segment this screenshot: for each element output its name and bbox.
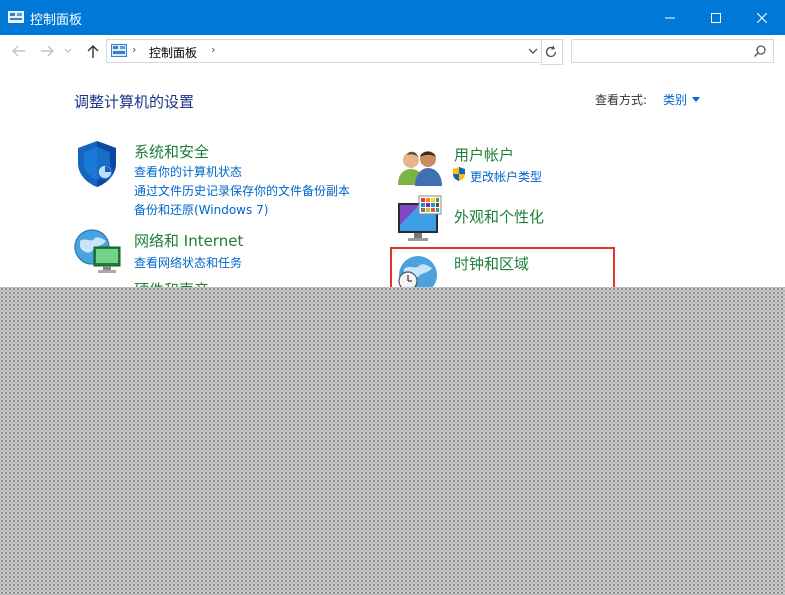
category-network-internet[interactable]: 网络和 Internet — [134, 230, 243, 251]
search-icon[interactable] — [753, 44, 767, 58]
users-icon — [398, 151, 442, 186]
minimize-button[interactable] — [647, 0, 693, 35]
maximize-button[interactable] — [693, 0, 739, 35]
monitor-palette-icon — [398, 195, 442, 241]
link-backup-restore[interactable]: 备份和还原(Windows 7) — [134, 201, 268, 218]
address-bar[interactable]: › 控制面板 › — [106, 39, 542, 63]
up-arrow-icon[interactable] — [84, 43, 102, 59]
maximize-icon — [711, 12, 721, 23]
refresh-icon — [545, 45, 557, 58]
view-by-dropdown[interactable]: 类别 — [663, 91, 687, 108]
breadcrumb-control-panel[interactable]: 控制面板 — [149, 44, 197, 61]
control-panel-icon — [111, 44, 127, 57]
breadcrumb-separator: › — [132, 43, 137, 56]
clock-globe-icon — [398, 256, 437, 287]
shield-icon — [78, 141, 116, 187]
obscured-region — [0, 287, 785, 595]
category-user-accounts[interactable]: 用户帐户 — [454, 144, 514, 165]
view-by-label: 查看方式: — [595, 93, 648, 107]
close-button[interactable] — [739, 0, 785, 35]
chevron-down-icon[interactable] — [692, 97, 700, 102]
address-dropdown-icon[interactable] — [528, 47, 538, 55]
breadcrumb-separator[interactable]: › — [211, 43, 215, 56]
link-network-status[interactable]: 查看网络状态和任务 — [134, 254, 242, 271]
close-icon — [757, 12, 767, 23]
network-globe-icon — [74, 229, 121, 273]
page-title: 调整计算机的设置 — [74, 93, 195, 111]
category-appearance-personalization[interactable]: 外观和个性化 — [454, 206, 544, 227]
minimize-icon — [665, 17, 675, 18]
uac-shield-icon — [453, 167, 465, 181]
control-panel-icon — [8, 11, 24, 23]
forward-arrow-icon[interactable] — [38, 43, 56, 59]
category-system-security[interactable]: 系统和安全 — [134, 141, 209, 162]
search-input[interactable] — [571, 39, 774, 63]
back-arrow-icon[interactable] — [10, 43, 28, 59]
category-clock-region[interactable]: 时钟和区域 — [454, 253, 529, 274]
refresh-button[interactable] — [540, 39, 563, 65]
link-change-account-type[interactable]: 更改帐户类型 — [470, 168, 542, 185]
window-title: 控制面板 — [30, 13, 83, 28]
link-file-history[interactable]: 通过文件历史记录保存你的文件备份副本 — [134, 182, 350, 199]
navigation-bar: › 控制面板 › — [0, 35, 785, 67]
main-content: 调整计算机的设置 查看方式: 类别 系统和安全 查看你的计算机状态 通过文件历史… — [0, 67, 785, 289]
title-bar: 控制面板 — [0, 0, 785, 35]
recent-dropdown-icon[interactable] — [64, 47, 72, 55]
link-view-computer-status[interactable]: 查看你的计算机状态 — [134, 163, 242, 180]
category-hardware-sound[interactable]: 硬件和声音 — [134, 279, 209, 287]
